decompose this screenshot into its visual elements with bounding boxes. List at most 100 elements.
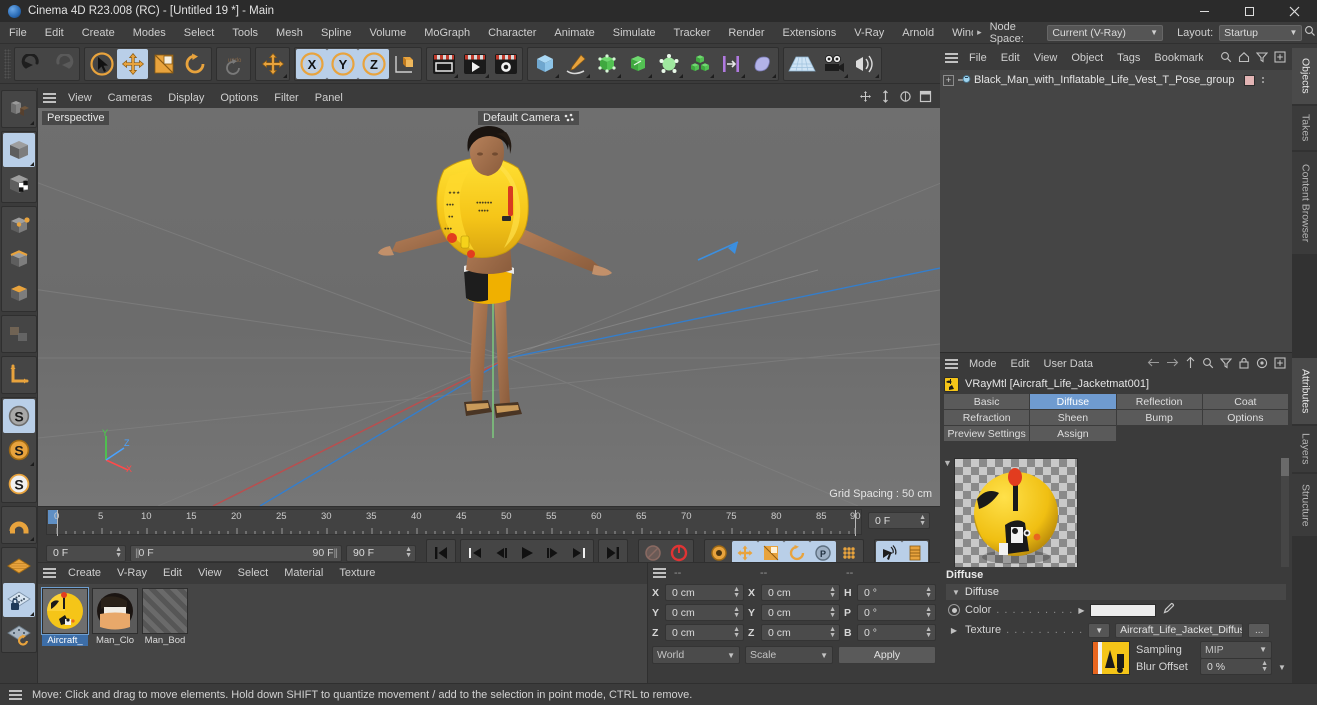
menu-tracker[interactable]: Tracker [665,22,720,44]
viewport-menu-cameras[interactable]: Cameras [100,88,161,108]
start-frame-field[interactable]: 0 F ▲ ▼ [46,544,126,562]
undo-button[interactable] [16,49,47,79]
rotate-view-icon[interactable] [899,90,912,106]
diffuse-group-header[interactable]: ▼ Diffuse [946,584,1286,600]
menu-edit[interactable]: Edit [36,22,73,44]
snap-quantize-button[interactable]: S [3,467,35,501]
world-object-coord-button[interactable] [389,49,420,79]
material-menu-material[interactable]: Material [276,563,331,583]
object-tag-swatch[interactable] [1243,74,1255,86]
attributes-menu-edit[interactable]: Edit [1004,354,1037,374]
scale-tool-button[interactable] [148,49,179,79]
spinner-icon[interactable]: ▲ ▼ [733,586,740,599]
rotation-p-field[interactable]: 0 ° ▲ ▼ [857,604,936,621]
tab-takes[interactable]: Takes [1292,106,1317,150]
add-generator-button[interactable] [591,49,622,79]
add-field-button[interactable] [746,49,777,79]
rotation-h-field[interactable]: 0 ° ▲ ▼ [857,584,936,601]
menu-render[interactable]: Render [719,22,773,44]
add-deformer-button[interactable] [653,49,684,79]
material-thumbnail[interactable] [92,588,138,634]
add-scene-button[interactable] [715,49,746,79]
model-mode-button[interactable] [2,133,35,167]
material-item[interactable]: Man_Bod [142,588,188,646]
texture-mode-button[interactable] [3,167,35,201]
rotate-tool-button[interactable] [179,49,210,79]
menu-file[interactable]: File [0,22,36,44]
plus-icon[interactable] [1274,50,1286,66]
search-icon[interactable] [1302,25,1317,40]
attributes-menu-user-data[interactable]: User Data [1037,354,1101,374]
tab-structure[interactable]: Structure [1292,474,1317,536]
forward-arrow-icon[interactable] [1166,357,1179,371]
eyedropper-icon[interactable] [1161,602,1175,619]
make-editable-button[interactable] [3,92,35,126]
layout-select[interactable]: Startup ▼ [1219,24,1303,41]
menu-mesh[interactable]: Mesh [267,22,312,44]
menu-select[interactable]: Select [175,22,224,44]
planar-workplane-button[interactable] [3,617,35,651]
spinner-icon[interactable]: ▲ ▼ [829,606,836,619]
color-radio-icon[interactable] [948,604,960,616]
attributes-menu-icon[interactable] [940,354,962,374]
viewport-menu-view[interactable]: View [60,88,100,108]
rotation-b-field[interactable]: 0 ° ▲ ▼ [857,624,936,641]
render-settings-button[interactable] [490,49,521,79]
material-menu-texture[interactable]: Texture [331,563,383,583]
material-item[interactable]: Aircraft_ [41,587,89,646]
filter-icon[interactable] [1255,51,1269,66]
spinner-icon[interactable]: ▲ ▼ [733,606,740,619]
material-item[interactable]: Man_Clo [92,588,138,646]
viewport-menu-display[interactable]: Display [160,88,212,108]
sampling-select[interactable]: MIP ▼ [1200,640,1272,659]
material-menu-vray[interactable]: V-Ray [109,563,155,583]
expand-toggle-icon[interactable]: + [943,74,954,86]
end-frame-field[interactable]: 90 F ▲ ▼ [346,544,416,562]
tab-refraction[interactable]: Refraction [944,410,1030,425]
tab-coat[interactable]: Coat [1202,394,1288,409]
timeline-ruler[interactable]: 0 5 10 15 20 25 30 35 40 45 50 55 60 65 … [46,509,862,536]
spinner-icon[interactable]: ▲ ▼ [925,606,932,619]
tab-attributes[interactable]: Attributes [1292,358,1317,424]
filter-icon[interactable] [1219,357,1233,372]
target-icon[interactable] [1256,357,1268,372]
texture-dropdown-button[interactable]: ▼ [1088,622,1111,638]
spinner-icon[interactable]: ▲ ▼ [1261,660,1268,673]
material-thumbnail[interactable] [41,587,89,635]
blur-offset-field[interactable]: 0 % ▲ ▼ [1200,658,1272,675]
magnet-tool-button[interactable] [3,508,35,542]
chevron-right-icon[interactable]: ▶ [948,626,960,635]
size-x-field[interactable]: 0 cm ▲ ▼ [761,584,840,601]
maximize-view-icon[interactable] [919,90,932,106]
add-camera-button[interactable] [818,49,849,79]
tab-preview-settings[interactable]: Preview Settings [944,426,1030,441]
chevron-down-icon[interactable]: ▼ [943,458,952,468]
menu-overflow-arrow-icon[interactable]: ▸ [973,27,986,38]
spinner-icon[interactable]: ▲ ▼ [405,546,412,559]
menu-tools[interactable]: Tools [223,22,267,44]
spinner-icon[interactable]: ▲ ▼ [829,586,836,599]
material-menu-create[interactable]: Create [60,563,109,583]
axis-z-button[interactable]: Z [358,48,389,79]
object-menu-object[interactable]: Object [1064,48,1110,68]
menu-vray[interactable]: V-Ray [845,22,893,44]
select-tool-button[interactable] [86,49,117,79]
toolbar-grip[interactable] [4,48,11,79]
snap-enabled-button[interactable]: S [3,433,35,467]
position-x-field[interactable]: 0 cm ▲ ▼ [665,584,744,601]
uv-mode-button[interactable] [3,317,35,351]
size-z-field[interactable]: 0 cm ▲ ▼ [761,624,840,641]
coordinate-space-select[interactable]: World ▼ [652,646,740,664]
lock-workplane-button[interactable] [2,583,35,617]
object-menu-bookmarks[interactable]: Bookmarks [1147,48,1203,68]
lock-icon[interactable] [1238,357,1250,372]
material-menu-view[interactable]: View [190,563,230,583]
object-menu-edit[interactable]: Edit [994,48,1027,68]
material-menu-edit[interactable]: Edit [155,563,190,583]
chevron-right-icon[interactable]: ▶ [1078,606,1084,615]
node-space-select[interactable]: Current (V-Ray) ▼ [1047,24,1164,41]
coordinate-mode-select[interactable]: Scale ▼ [745,646,833,664]
object-menu-view[interactable]: View [1027,48,1065,68]
spinner-icon[interactable]: ▲ ▼ [919,514,926,527]
character-model[interactable]: ★★★ ●●● ●● ●●● ●●●●●● ●●●● [378,120,708,440]
